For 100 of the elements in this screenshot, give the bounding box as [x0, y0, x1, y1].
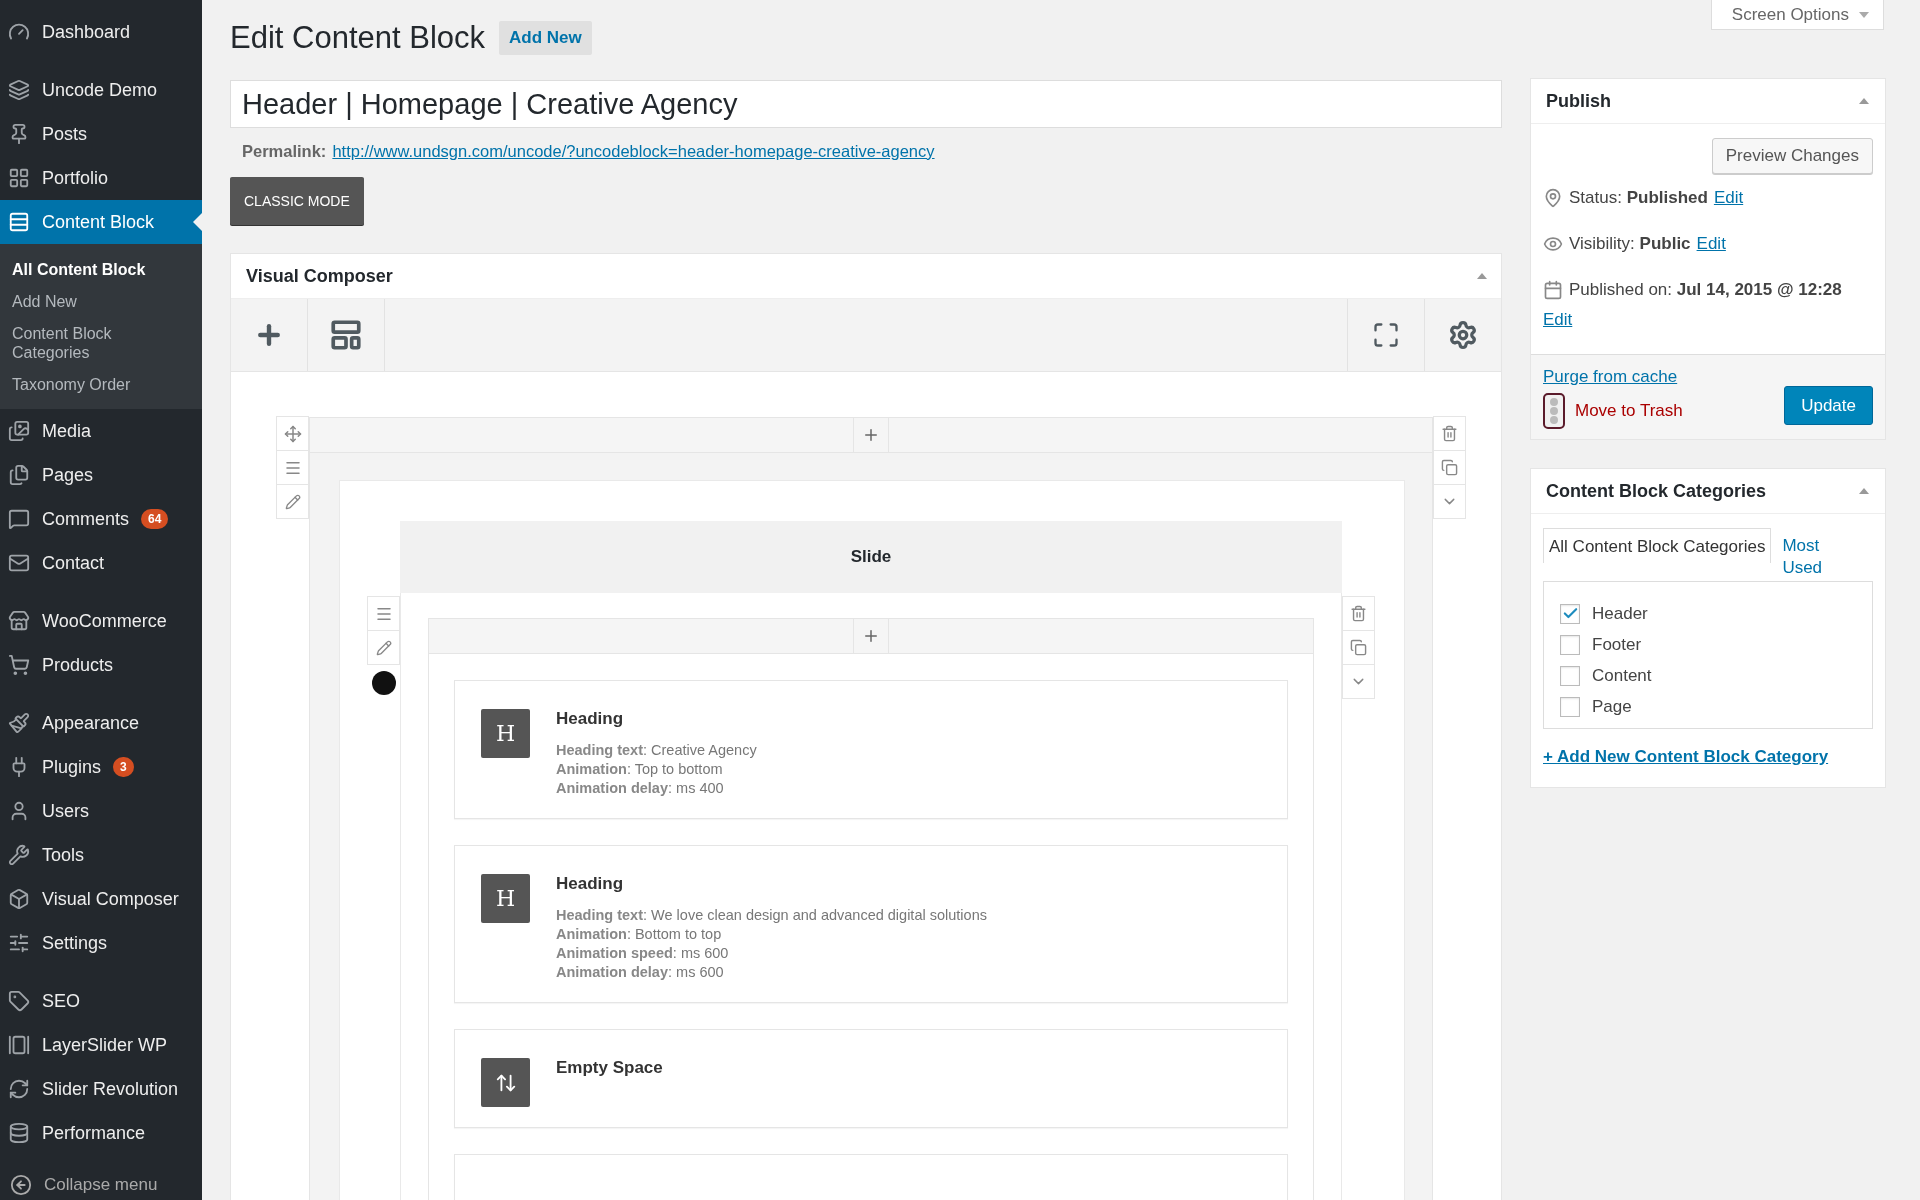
permalink-label: Permalink: [242, 142, 327, 161]
submenu-item[interactable]: Add New [0, 286, 202, 318]
move-button[interactable] [276, 416, 309, 451]
checkbox-label: Header [1592, 603, 1648, 624]
menu-item[interactable]: Appearance [0, 701, 202, 745]
box-title: Publish [1546, 90, 1611, 112]
expand-icon [1372, 321, 1400, 349]
menu-item[interactable]: Contact [0, 541, 202, 585]
collapse-triangle-icon[interactable] [1477, 273, 1487, 279]
menu-item[interactable]: Slider Revolution [0, 1067, 202, 1111]
eye-icon [1543, 234, 1563, 254]
trash-icon [1350, 605, 1367, 622]
pointer-notch [193, 213, 202, 231]
wrench-icon [8, 844, 30, 866]
menu-item[interactable]: Comments 64 [0, 497, 202, 541]
permalink-link[interactable]: http://www.undsgn.com/uncode/?uncodeblock=header-homepage-creative-agency [332, 142, 935, 161]
menu-item[interactable]: SEO [0, 979, 202, 1023]
menu-item[interactable]: Media [0, 409, 202, 453]
count-badge: 64 [141, 509, 169, 529]
gallery-icon [8, 1034, 30, 1056]
menu-item[interactable]: Pages [0, 453, 202, 497]
menu-item[interactable]: Content Block [0, 200, 202, 244]
speech-bubble-icon [8, 508, 30, 530]
menu-item[interactable]: Tools [0, 833, 202, 877]
checkbox[interactable] [1560, 603, 1580, 624]
layout-button[interactable] [367, 596, 400, 631]
menu-item[interactable]: Users [0, 789, 202, 833]
menu-item[interactable]: Dashboard [0, 10, 202, 54]
sliders-icon [8, 932, 30, 954]
element-param: Animation delay: ms 400 [556, 779, 725, 798]
checkbox-label: Content [1592, 665, 1652, 686]
menu-item[interactable]: Plugins 3 [0, 745, 202, 789]
element-param: Animation delay: ms 600 [556, 963, 725, 982]
edit-button[interactable] [276, 484, 309, 519]
purge-cache-link[interactable]: Purge from cache [1543, 367, 1683, 387]
submenu-item[interactable]: All Content Block [0, 254, 202, 286]
toggle-button[interactable] [1433, 484, 1466, 519]
submenu-item[interactable]: Content Block Categories [0, 318, 202, 369]
element-title: Heading [556, 709, 625, 729]
update-button[interactable]: Update [1784, 386, 1873, 425]
heading-element-card[interactable]: H Heading Heading text: Creative Agency Animation: Top to bottom Animation delay: ms 400 [454, 680, 1288, 819]
heading-icon: H [481, 874, 530, 923]
collapse-menu-button[interactable]: Collapse menu [0, 1169, 202, 1200]
classic-mode-button[interactable]: CLASSIC MODE [230, 177, 364, 225]
checkbox[interactable] [1560, 665, 1580, 686]
menu-item[interactable]: Visual Composer [0, 877, 202, 921]
menu-item[interactable]: Portfolio [0, 156, 202, 200]
circle-icon[interactable] [371, 671, 396, 695]
copy-icon [1350, 639, 1367, 656]
menu-item[interactable]: Uncode Demo [0, 68, 202, 112]
delete-button[interactable] [1433, 416, 1466, 451]
category-tab[interactable]: All Content Block Categories [1543, 528, 1772, 563]
add-button[interactable] [853, 418, 889, 452]
images-icon [8, 420, 30, 442]
edit-link[interactable]: Edit [1713, 186, 1744, 210]
clone-button[interactable] [1433, 450, 1466, 485]
slide-tab[interactable]: Slide [400, 521, 1342, 593]
pages-icon [8, 464, 30, 486]
page-title: Edit Content Block [230, 20, 486, 56]
layout-button[interactable] [276, 450, 309, 485]
menu-item[interactable]: Settings [0, 921, 202, 965]
edit-link[interactable]: Edit [1696, 232, 1726, 256]
element-param: Heading text: We love clean design and advanced digital solutions [556, 906, 987, 925]
edit-link[interactable]: Edit [1543, 308, 1573, 332]
collapse-triangle-icon[interactable] [1859, 488, 1869, 494]
edit-button[interactable] [367, 630, 400, 665]
menu-item[interactable]: LayerSlider WP [0, 1023, 202, 1067]
add-category-link[interactable]: + Add New Content Block Category [1543, 747, 1829, 767]
screen-options-button[interactable]: Screen Options [1710, 0, 1884, 30]
menu-item[interactable]: Performance [0, 1111, 202, 1155]
element-param: Animation: Top to bottom [556, 760, 724, 779]
preview-changes-button[interactable]: Preview Changes [1711, 138, 1873, 174]
category-tab[interactable]: Most Used [1771, 526, 1842, 585]
move-icon [283, 424, 302, 443]
move-to-trash-link[interactable]: Move to Trash [1575, 401, 1683, 421]
empty-space-element-card[interactable]: Empty Space [454, 1029, 1288, 1128]
submenu-item[interactable]: Taxonomy Order [0, 369, 202, 401]
toggle-button[interactable] [1342, 664, 1375, 699]
menu-item[interactable]: Posts [0, 112, 202, 156]
element-param: Animation: Bottom to top [556, 925, 723, 944]
rows-icon [8, 211, 30, 233]
envelope-icon [8, 552, 30, 574]
panel-title: Visual Composer [246, 265, 393, 287]
add-new-button[interactable]: Add New [499, 21, 592, 55]
layout-icon [329, 318, 363, 352]
title-input-field[interactable]: Header | Homepage | Creative Agency [230, 80, 1502, 128]
delete-button[interactable] [1342, 596, 1375, 631]
plus-icon [862, 627, 880, 645]
heading-element-card[interactable]: H Heading Heading text: We love clean design and advanced digital solutions Animation: Bottom to top Animation speed: ms 600 Animation delay: ms 600 [454, 845, 1288, 1003]
heading-icon: H [481, 709, 530, 758]
menu-item[interactable]: Products [0, 643, 202, 687]
menu-item[interactable]: WooCommerce [0, 599, 202, 643]
tag-icon [8, 990, 30, 1012]
collapse-triangle-icon[interactable] [1859, 98, 1869, 104]
arrow-left-icon [10, 1173, 32, 1196]
checkbox[interactable] [1560, 696, 1580, 717]
add-button[interactable] [853, 619, 889, 653]
checkbox[interactable] [1560, 634, 1580, 655]
refresh-icon [8, 1078, 30, 1100]
clone-button[interactable] [1342, 630, 1375, 665]
